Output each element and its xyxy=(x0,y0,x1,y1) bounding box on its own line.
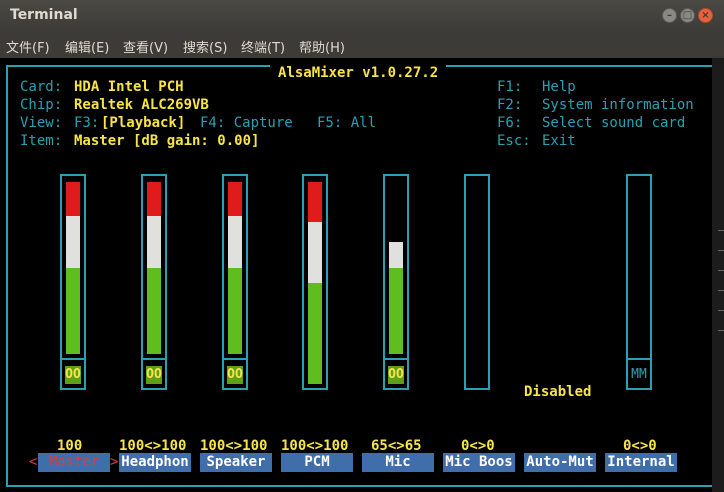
maximize-button[interactable]: □ xyxy=(680,8,695,23)
control-speaker[interactable]: Speaker xyxy=(200,453,272,472)
item-value: Master [dB gain: 0.00] xyxy=(74,133,260,149)
view-capture: F4: Capture xyxy=(200,115,293,131)
volume-value-internal: 0<>0 xyxy=(623,438,657,454)
volume-meter-pcm[interactable] xyxy=(302,174,328,390)
mute-indicator[interactable]: OO xyxy=(388,366,404,384)
help-text: Exit xyxy=(542,133,576,149)
volume-meter-internal[interactable]: MM xyxy=(626,174,652,390)
control-internal[interactable]: Internal xyxy=(605,453,677,472)
card-label: Card: xyxy=(20,79,63,95)
menu-help[interactable]: 帮助(H) xyxy=(299,37,345,56)
help-key: F1: xyxy=(497,79,523,95)
volume-bar-white xyxy=(147,216,161,268)
chip-value: Realtek ALC269VB xyxy=(74,97,209,113)
menubar: 文件(F) 编辑(E) 查看(V) 搜索(S) 终端(T) 帮助(H) xyxy=(0,32,724,58)
menu-file[interactable]: 文件(F) xyxy=(6,37,50,56)
selected-marker-left: < xyxy=(29,454,38,470)
view-f3: F3: xyxy=(74,115,100,131)
volume-value-mic-boost: 0<>0 xyxy=(461,438,495,454)
help-text: Help xyxy=(542,79,576,95)
mute-indicator[interactable]: OO xyxy=(146,366,162,384)
volume-value-headphone: 100<>100 xyxy=(119,438,187,454)
volume-meter-speaker[interactable]: OO xyxy=(222,174,248,390)
volume-meter-mic[interactable]: OO xyxy=(383,174,409,390)
close-button[interactable]: × xyxy=(698,8,713,23)
terminal-scrollbar[interactable] xyxy=(712,58,724,492)
view-label: View: xyxy=(20,115,63,131)
mute-indicator[interactable]: OO xyxy=(227,366,243,384)
item-label: Item: xyxy=(20,133,63,149)
mute-indicator[interactable]: MM xyxy=(631,366,647,384)
volume-bar-red xyxy=(66,182,80,216)
control-mic-boost[interactable]: Mic Boos xyxy=(443,453,515,472)
help-key: F6: xyxy=(497,115,523,131)
menu-view[interactable]: 查看(V) xyxy=(123,37,168,56)
window-titlebar: Terminal – □ × xyxy=(0,0,724,32)
meter-separator xyxy=(385,358,407,360)
meter-separator xyxy=(62,358,84,360)
volume-bar-red xyxy=(228,182,242,216)
menu-search[interactable]: 搜索(S) xyxy=(183,37,227,56)
disabled-label: Disabled xyxy=(524,384,592,400)
view-playback: [Playback] xyxy=(101,115,186,131)
volume-meter-mic-boost[interactable] xyxy=(464,174,490,390)
volume-value-master: 100 xyxy=(57,438,83,454)
minimize-button[interactable]: – xyxy=(662,8,677,23)
volume-value-mic: 65<>65 xyxy=(371,438,422,454)
volume-bar-green xyxy=(389,268,403,354)
card-value: HDA Intel PCH xyxy=(74,79,184,95)
volume-bar-white xyxy=(66,216,80,268)
control-auto-mute[interactable]: Auto-Mut xyxy=(524,453,596,472)
alsamixer-title: AlsaMixer v1.0.27.2 xyxy=(270,65,447,81)
volume-bar-white xyxy=(228,216,242,268)
mute-indicator[interactable]: OO xyxy=(65,366,81,384)
menu-edit[interactable]: 编辑(E) xyxy=(65,37,109,56)
meter-separator xyxy=(224,358,246,360)
window-title: Terminal xyxy=(10,7,78,23)
selected-marker-right: > xyxy=(110,454,119,470)
volume-bar-red xyxy=(308,182,322,222)
help-key: F2: xyxy=(497,97,523,113)
volume-meter-master[interactable]: OO xyxy=(60,174,86,390)
meter-separator xyxy=(143,358,165,360)
volume-bar-green xyxy=(228,268,242,354)
terminal-area[interactable]: AlsaMixer v1.0.27.2 Card: HDA Intel PCH … xyxy=(0,58,712,492)
control-pcm[interactable]: PCM xyxy=(281,453,353,472)
menu-terminal[interactable]: 终端(T) xyxy=(241,37,285,56)
help-text: System information xyxy=(542,97,694,113)
meter-separator xyxy=(628,358,650,360)
volume-bar-green xyxy=(308,283,322,384)
control-master[interactable]: Master xyxy=(38,453,110,472)
help-text: Select sound card xyxy=(542,115,686,131)
volume-meter-headphone[interactable]: OO xyxy=(141,174,167,390)
chip-label: Chip: xyxy=(20,97,63,113)
volume-value-pcm: 100<>100 xyxy=(281,438,349,454)
control-mic[interactable]: Mic xyxy=(362,453,434,472)
help-key: Esc: xyxy=(497,133,531,149)
view-all: F5: All xyxy=(317,115,377,131)
volume-bar-red xyxy=(147,182,161,216)
volume-bar-green xyxy=(66,268,80,354)
control-headphone[interactable]: Headphon xyxy=(119,453,191,472)
volume-value-speaker: 100<>100 xyxy=(200,438,268,454)
volume-bar-white xyxy=(308,222,322,283)
volume-bar-green xyxy=(147,268,161,354)
volume-bar-white xyxy=(389,242,403,268)
